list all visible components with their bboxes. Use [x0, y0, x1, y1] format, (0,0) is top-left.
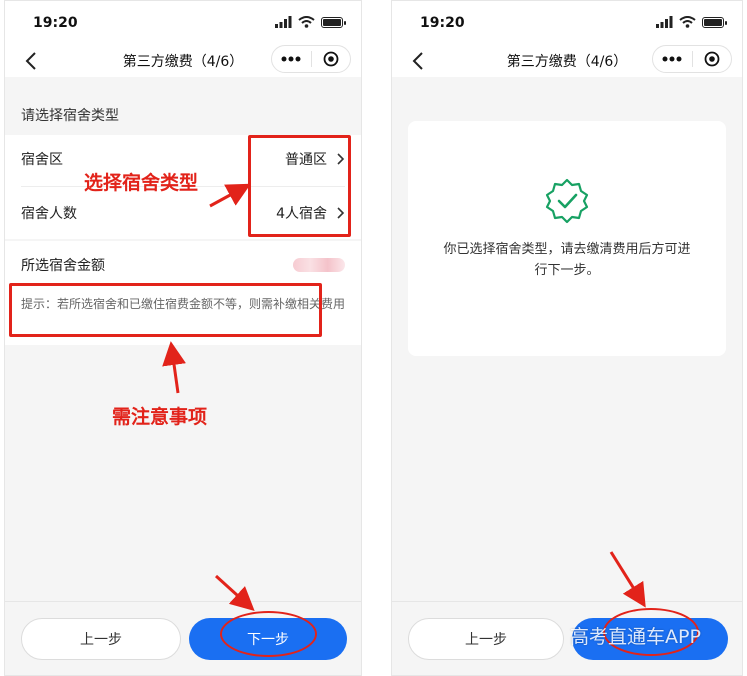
status-time: 19:20 — [420, 15, 465, 31]
status-bar: 19:20 — [392, 1, 742, 45]
more-button[interactable] — [653, 46, 692, 72]
annotation-circle-next — [220, 611, 317, 657]
result-card: 你已选择宿舍类型，请去缴清费用后方可进行下一步。 — [408, 121, 726, 356]
amount-row: 所选宿舍金额 — [5, 241, 361, 289]
result-message: 你已选择宿舍类型，请去缴清费用后方可进行下一步。 — [443, 242, 691, 278]
mini-program-capsule — [652, 45, 732, 73]
battery-icon — [321, 16, 346, 28]
screenshot-canvas: 19:20 第三方缴费（4/6） 请选择宿舍类型 宿舍区 普通区 宿舍人数 4人… — [0, 0, 747, 676]
prev-step-button[interactable]: 上一步 — [21, 618, 181, 660]
mini-program-capsule — [271, 45, 351, 73]
prev-step-button[interactable]: 上一步 — [408, 618, 564, 660]
dorm-size-label: 宿舍人数 — [21, 206, 77, 222]
wifi-icon — [679, 16, 696, 28]
annotation-box-notice — [9, 283, 322, 337]
signal-icon — [656, 16, 673, 28]
more-dots-icon — [281, 56, 301, 62]
phone-screen-right: 19:20 第三方缴费（4/6） 你已选择宿舍类型，请去缴清费用后方可进行下一步… — [391, 0, 743, 676]
verified-badge-icon — [545, 178, 589, 224]
signal-icon — [275, 16, 292, 28]
status-time: 19:20 — [33, 15, 78, 31]
wifi-icon — [298, 16, 315, 28]
battery-icon — [702, 16, 727, 28]
annotation-label-select-type: 选择宿舍类型 — [84, 172, 199, 194]
status-icons — [656, 16, 727, 28]
phone-screen-left: 19:20 第三方缴费（4/6） 请选择宿舍类型 宿舍区 普通区 宿舍人数 4人… — [4, 0, 362, 676]
target-circle-icon — [323, 51, 339, 67]
amount-label: 所选宿舍金额 — [21, 258, 105, 274]
annotation-box-dorm-type — [248, 135, 351, 237]
more-button[interactable] — [272, 46, 311, 72]
watermark: 高考直通车APP — [570, 626, 701, 648]
close-program-button[interactable] — [312, 46, 351, 72]
target-circle-icon — [704, 51, 720, 67]
dorm-area-label: 宿舍区 — [21, 152, 63, 168]
more-dots-icon — [662, 56, 682, 62]
close-program-button[interactable] — [693, 46, 732, 72]
nav-bar: 第三方缴费（4/6） — [5, 45, 361, 77]
status-bar: 19:20 — [5, 1, 361, 45]
nav-bar: 第三方缴费（4/6） — [392, 45, 742, 77]
status-icons — [275, 16, 346, 28]
blurred-amount — [293, 258, 345, 272]
annotation-label-notice: 需注意事项 — [112, 406, 208, 428]
section-title: 请选择宿舍类型 — [21, 108, 119, 124]
